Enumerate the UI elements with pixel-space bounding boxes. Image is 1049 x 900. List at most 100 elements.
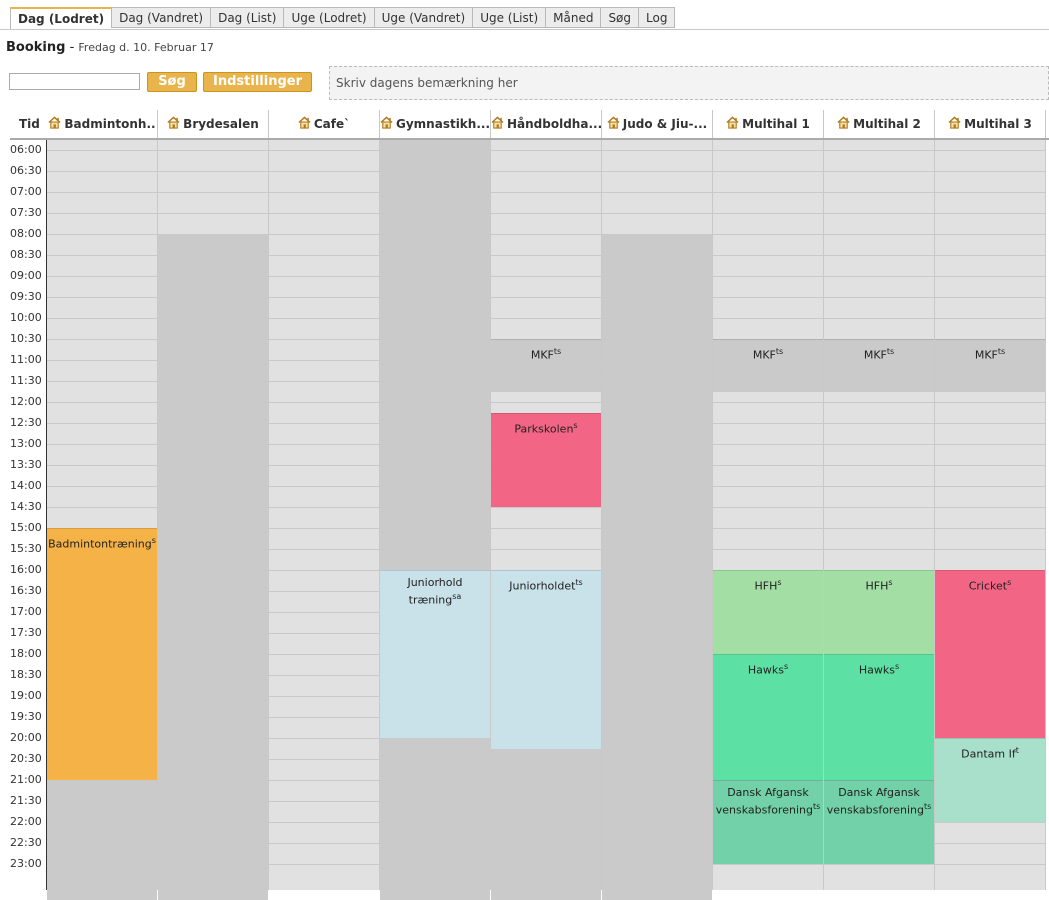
time-gridline xyxy=(380,549,491,550)
house-icon xyxy=(948,111,961,124)
resource-header[interactable]: Brydesalen xyxy=(158,110,268,139)
time-gridline xyxy=(602,801,713,802)
time-gridline xyxy=(935,423,1046,424)
booking-event[interactable]: Dansk Afgansk venskabsforeningts xyxy=(824,780,934,864)
booking-flags: ts xyxy=(776,347,783,356)
time-gridline xyxy=(158,822,269,823)
booking-event[interactable]: Hawkss xyxy=(713,654,823,780)
day-note-field[interactable]: Skriv dagens bemærkning her xyxy=(329,66,1049,100)
time-gridline xyxy=(602,192,713,193)
booking-event[interactable]: HFHs xyxy=(824,570,934,654)
time-gridline xyxy=(491,843,602,844)
resource-column[interactable] xyxy=(380,140,490,890)
booking-grid: Tid Badmintonh..BrydesalenCafe`Gymnastik… xyxy=(0,110,1049,890)
tab-dag-vandret[interactable]: Dag (Vandret) xyxy=(111,7,210,28)
time-gridline xyxy=(824,297,935,298)
resource-header[interactable]: Judo & Jiu-... xyxy=(602,110,712,139)
time-gridline xyxy=(158,150,269,151)
time-gridline xyxy=(47,423,158,424)
time-gridline xyxy=(491,171,602,172)
settings-button[interactable]: Indstillinger xyxy=(203,72,312,92)
time-gridline xyxy=(380,213,491,214)
booking-event[interactable]: Crickets xyxy=(935,570,1045,738)
time-gridline xyxy=(47,486,158,487)
resource-column[interactable] xyxy=(269,140,379,890)
time-label: 07:30 xyxy=(10,206,46,219)
resource-column[interactable] xyxy=(491,140,601,890)
time-gridline xyxy=(602,339,713,340)
booking-event[interactable]: Juniorholdetts xyxy=(491,570,601,749)
house-icon xyxy=(607,111,620,124)
booking-event[interactable]: MKFts xyxy=(713,339,823,392)
booking-title: Juniorholdet xyxy=(509,580,575,593)
time-gridline xyxy=(713,402,824,403)
search-input[interactable] xyxy=(9,73,140,90)
booking-event[interactable]: Dansk Afgansk venskabsforeningts xyxy=(713,780,823,864)
time-gridline xyxy=(158,360,269,361)
time-gridline xyxy=(602,150,713,151)
time-gridline xyxy=(47,318,158,319)
resource-header[interactable]: Badmintonh.. xyxy=(47,110,157,139)
search-button[interactable]: Søg xyxy=(147,72,197,92)
time-gridline xyxy=(269,528,380,529)
time-gridline xyxy=(158,759,269,760)
time-gridline xyxy=(935,255,1046,256)
time-gridline xyxy=(380,171,491,172)
time-gridline xyxy=(269,150,380,151)
time-gridline xyxy=(602,171,713,172)
booking-flags: s xyxy=(888,578,892,587)
booking-event[interactable]: Parkskolens xyxy=(491,413,601,508)
booking-flags: s xyxy=(784,662,788,671)
booking-event[interactable]: Badmintontrænings xyxy=(47,528,157,780)
time-gridline xyxy=(158,528,269,529)
booking-event[interactable]: Juniorhold træningsa xyxy=(380,570,490,738)
time-gridline xyxy=(269,444,380,445)
resource-header[interactable]: Gymnastikh... xyxy=(380,110,490,139)
house-icon xyxy=(491,111,504,124)
time-gridline xyxy=(602,822,713,823)
resource-column[interactable] xyxy=(602,140,712,890)
time-gridline xyxy=(269,360,380,361)
resource-header[interactable]: Multihal 2 xyxy=(824,110,934,139)
resource-header[interactable]: Multihal 3 xyxy=(935,110,1045,139)
time-gridline xyxy=(380,234,491,235)
resource-header[interactable]: Håndboldha... xyxy=(491,110,601,139)
resource-column[interactable] xyxy=(158,140,268,890)
time-gridline xyxy=(158,486,269,487)
time-gridline xyxy=(269,402,380,403)
tab-uge-lodret[interactable]: Uge (Lodret) xyxy=(283,7,373,28)
time-gridline xyxy=(269,507,380,508)
time-label: 14:30 xyxy=(10,500,46,513)
time-gridline xyxy=(47,276,158,277)
time-gridline xyxy=(158,843,269,844)
tab-søg[interactable]: Søg xyxy=(600,7,638,28)
tab-dag-list[interactable]: Dag (List) xyxy=(210,7,283,28)
tab-dag-lodret[interactable]: Dag (Lodret) xyxy=(10,7,111,30)
resource-header[interactable]: Multihal 1 xyxy=(713,110,823,139)
time-label: 06:30 xyxy=(10,164,46,177)
booking-event[interactable]: MKFts xyxy=(824,339,934,392)
booking-event[interactable]: Dantam Ift xyxy=(935,738,1045,822)
time-gridline xyxy=(935,822,1046,823)
booking-event[interactable]: Hawkss xyxy=(824,654,934,780)
time-gridline xyxy=(713,150,824,151)
tab-uge-list[interactable]: Uge (List) xyxy=(472,7,545,28)
tab-uge-vandret[interactable]: Uge (Vandret) xyxy=(374,7,473,28)
tab-måned[interactable]: Måned xyxy=(545,7,600,28)
time-label: 08:00 xyxy=(10,227,46,240)
header-divider xyxy=(10,138,1049,140)
booking-event[interactable]: HFHs xyxy=(713,570,823,654)
time-gridline xyxy=(602,864,713,865)
time-gridline xyxy=(380,528,491,529)
booking-event[interactable]: MKFts xyxy=(935,339,1045,392)
tab-log[interactable]: Log xyxy=(638,7,675,28)
time-gridline xyxy=(380,801,491,802)
time-label: 12:00 xyxy=(10,395,46,408)
time-label: 06:00 xyxy=(10,143,46,156)
unavailable-block xyxy=(380,140,490,570)
booking-flags: t xyxy=(1016,746,1019,755)
time-gridline xyxy=(713,276,824,277)
time-gridline xyxy=(47,213,158,214)
booking-event[interactable]: MKFts xyxy=(491,339,601,392)
resource-header[interactable]: Cafe` xyxy=(269,110,379,139)
